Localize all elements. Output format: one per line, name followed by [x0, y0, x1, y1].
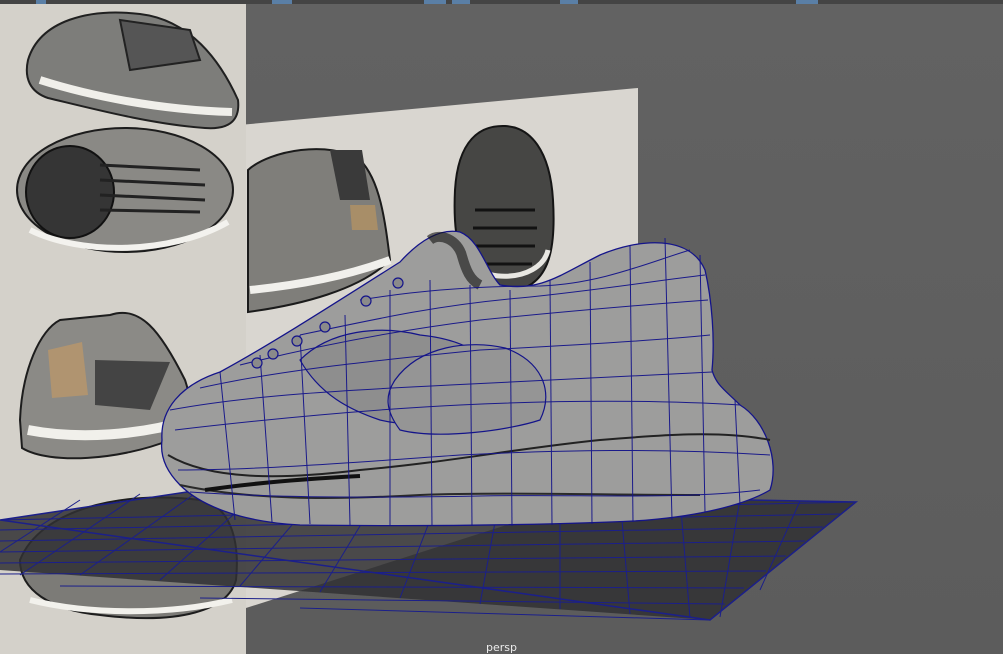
- eyelet: [392, 277, 404, 289]
- eyelet: [267, 348, 279, 360]
- eyelet: [291, 335, 303, 347]
- camera-label: persp: [486, 641, 517, 654]
- reference-sketch-top: [25, 11, 240, 130]
- maya-persp-viewport[interactable]: persp: [0, 0, 1003, 654]
- eyelet: [360, 295, 372, 307]
- eyelet: [319, 321, 331, 333]
- eyelet: [251, 357, 263, 369]
- reference-sketch-topview: [16, 127, 234, 253]
- scene-graphics: [0, 11, 859, 621]
